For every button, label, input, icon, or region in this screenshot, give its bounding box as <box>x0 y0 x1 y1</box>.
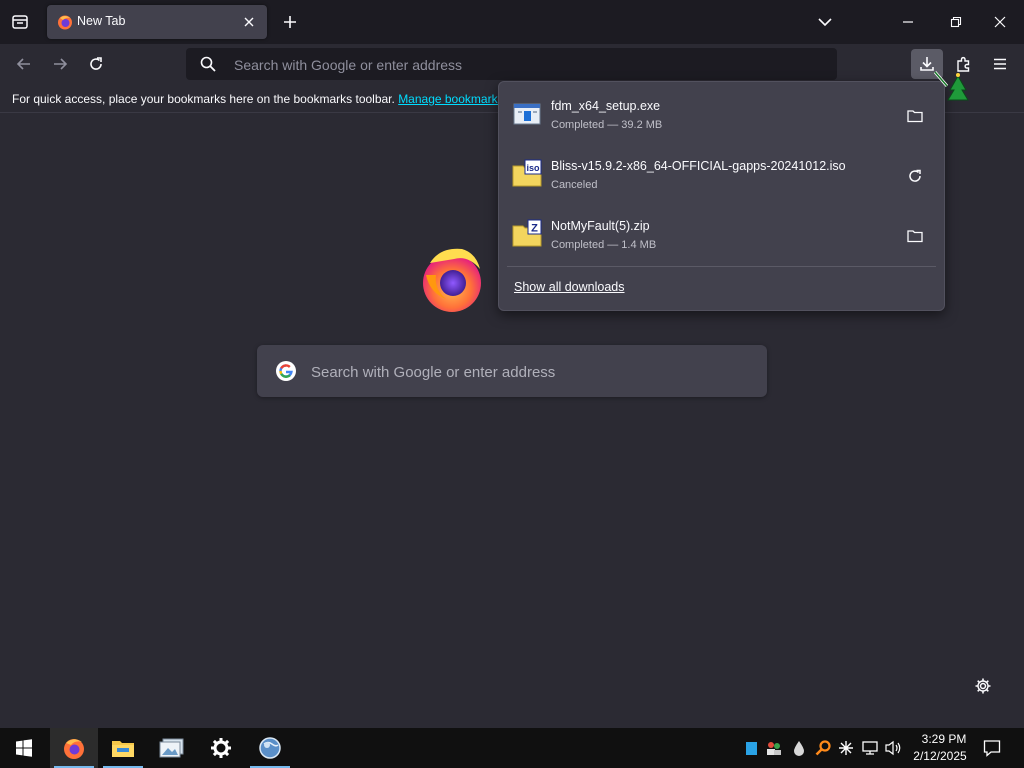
retry-download-button[interactable] <box>903 164 927 188</box>
hamburger-menu-icon <box>994 58 1006 70</box>
taskbar-file-explorer[interactable] <box>99 728 147 768</box>
clock-date[interactable]: 2/12/2025 <box>908 749 972 763</box>
mouse-cursor-icon <box>933 71 969 101</box>
downloads-panel: fdm_x64_setup.exe Completed — 39.2 MB is… <box>498 81 945 311</box>
tray-app-2[interactable] <box>764 738 784 758</box>
zip-file-icon: Z <box>512 219 542 247</box>
forward-button[interactable] <box>46 50 74 78</box>
network-icon <box>862 741 878 755</box>
download-filename: fdm_x64_setup.exe <box>551 99 661 113</box>
tray-app-5[interactable] <box>836 738 856 758</box>
people-icon <box>767 742 781 755</box>
minimize-icon <box>903 21 913 23</box>
settings-icon <box>211 738 231 758</box>
blue-square-icon <box>745 741 757 755</box>
iso-file-icon: iso <box>512 159 542 187</box>
taskbar-firefox[interactable] <box>50 728 98 768</box>
search-icon <box>200 56 216 72</box>
navigation-toolbar <box>0 44 1024 85</box>
app-menu-button[interactable] <box>986 50 1014 78</box>
folder-icon <box>907 110 923 123</box>
tray-app-3[interactable] <box>789 738 809 758</box>
file-explorer-icon <box>112 741 134 757</box>
magnifier-icon <box>815 740 831 756</box>
close-window-button[interactable] <box>976 0 1024 44</box>
panel-separator <box>507 266 936 267</box>
close-icon <box>994 16 1006 28</box>
content-search-input[interactable] <box>309 359 753 385</box>
download-status: Canceled <box>551 179 598 191</box>
tab-title: New Tab <box>77 14 126 28</box>
firefox-icon <box>64 739 84 759</box>
tray-app-1[interactable] <box>741 738 761 758</box>
reload-button[interactable] <box>82 50 110 78</box>
gear-icon <box>975 678 991 694</box>
start-button[interactable] <box>0 728 48 768</box>
exe-file-icon <box>513 103 541 125</box>
globe-icon <box>259 737 281 759</box>
image-viewer-icon <box>159 738 184 758</box>
download-filename: Bliss-v15.9.2-x86_64-OFFICIAL-gapps-2024… <box>551 159 846 173</box>
chevron-down-icon <box>818 18 832 27</box>
taskbar: 3:29 PM 2/12/2025 <box>0 728 1024 768</box>
bookmarks-hint-text: For quick access, place your bookmarks h… <box>12 92 399 106</box>
taskbar-settings[interactable] <box>197 728 245 768</box>
manage-bookmarks-link[interactable]: Manage bookmarks <box>398 92 503 106</box>
reload-icon <box>90 57 102 70</box>
notification-icon <box>983 740 1001 757</box>
download-item[interactable]: iso Bliss-v15.9.2-x86_64-OFFICIAL-gapps-… <box>505 148 938 204</box>
bookmarks-hint: For quick access, place your bookmarks h… <box>12 92 504 106</box>
tab-strip: New Tab <box>0 0 1024 44</box>
arrow-left-icon <box>16 58 30 70</box>
list-all-tabs-button[interactable] <box>810 8 840 36</box>
new-tab-button[interactable] <box>276 8 304 36</box>
action-center-button[interactable] <box>980 736 1004 760</box>
download-status: Completed — 39.2 MB <box>551 119 663 131</box>
firefox-view-icon <box>12 15 28 29</box>
show-all-downloads-link[interactable]: Show all downloads <box>514 280 625 294</box>
svg-text:iso: iso <box>526 163 540 173</box>
windows-start-icon <box>16 739 32 757</box>
close-tab-button[interactable] <box>239 12 259 32</box>
droplet-icon <box>794 741 804 756</box>
clock-time[interactable]: 3:29 PM <box>912 732 976 746</box>
address-input[interactable] <box>232 52 826 78</box>
retry-icon <box>909 169 921 182</box>
download-status: Completed — 1.4 MB <box>551 239 657 251</box>
firefox-view-button[interactable] <box>6 8 34 36</box>
plus-icon <box>284 16 296 28</box>
address-bar[interactable] <box>186 48 837 80</box>
show-in-folder-button[interactable] <box>903 104 927 128</box>
firefox-favicon-icon <box>58 15 72 30</box>
speaker-icon <box>885 740 901 756</box>
show-in-folder-button[interactable] <box>903 224 927 248</box>
taskbar-globe-app[interactable] <box>246 728 294 768</box>
back-button[interactable] <box>10 50 38 78</box>
network-status[interactable] <box>860 738 880 758</box>
arrow-right-icon <box>54 58 68 70</box>
close-icon <box>244 17 254 27</box>
svg-text:Z: Z <box>531 223 538 235</box>
taskbar-image-viewer[interactable] <box>148 728 196 768</box>
folder-icon <box>907 230 923 243</box>
restore-icon <box>950 16 962 28</box>
volume-control[interactable] <box>884 738 904 758</box>
download-filename: NotMyFault(5).zip <box>551 219 650 233</box>
download-item[interactable]: Z NotMyFault(5).zip Completed — 1.4 MB <box>505 208 938 264</box>
content-search-box[interactable] <box>257 345 767 397</box>
google-icon <box>276 361 296 381</box>
asterisk-icon <box>839 741 853 755</box>
download-item[interactable]: fdm_x64_setup.exe Completed — 39.2 MB <box>505 88 938 144</box>
customize-button[interactable] <box>972 675 994 697</box>
tray-app-4[interactable] <box>813 738 833 758</box>
firefox-logo-icon <box>423 248 481 312</box>
tab-new-tab[interactable]: New Tab <box>47 5 267 39</box>
